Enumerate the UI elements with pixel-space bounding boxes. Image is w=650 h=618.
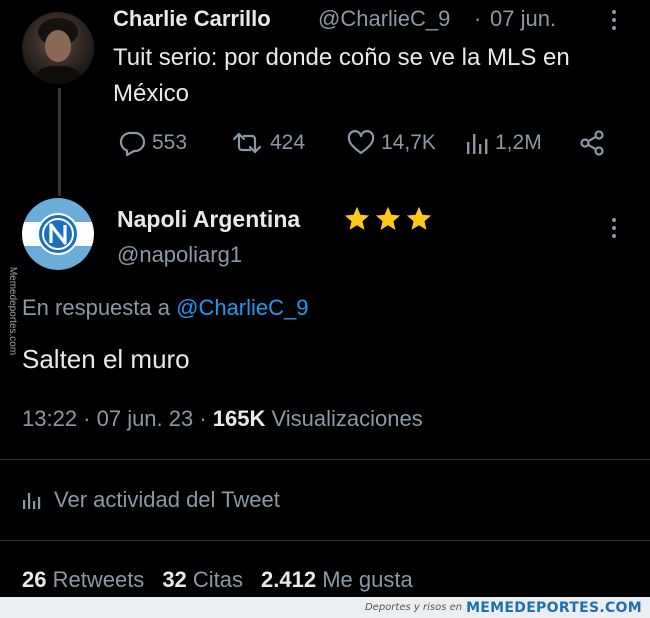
mention-link[interactable]: @CharlieC_9 bbox=[176, 295, 308, 320]
reply-count: 553 bbox=[152, 131, 188, 154]
author-handle[interactable]: @napoliarg1 bbox=[117, 242, 242, 268]
like-button[interactable]: 14,7K bbox=[347, 128, 436, 158]
views-label: Visualizaciones bbox=[265, 406, 423, 431]
tweet-time[interactable]: 07 jun. bbox=[490, 6, 556, 32]
like-count: 14,7K bbox=[381, 131, 436, 154]
star-icon bbox=[375, 206, 401, 230]
avatar-photo-icon bbox=[32, 18, 84, 84]
footer-watermark: Deportes y risos en MEMEDEPORTES.COM bbox=[0, 597, 650, 618]
likes-stat[interactable]: 2.412 Me gusta bbox=[261, 567, 413, 592]
retweets-count: 26 bbox=[22, 567, 47, 592]
heart-icon bbox=[347, 130, 375, 155]
analytics-icon bbox=[23, 493, 41, 509]
quotes-count: 32 bbox=[162, 567, 187, 592]
retweet-count: 424 bbox=[270, 131, 306, 154]
author-name[interactable]: Charlie Carrillo bbox=[113, 6, 271, 32]
divider bbox=[0, 540, 650, 541]
separator-dot: · bbox=[474, 6, 482, 31]
thread-connector bbox=[58, 88, 61, 196]
retweet-icon bbox=[232, 132, 262, 154]
in-reply-label: En respuesta a bbox=[22, 295, 177, 320]
share-icon bbox=[580, 130, 604, 156]
views-count: 165K bbox=[212, 406, 266, 431]
divider bbox=[0, 459, 650, 460]
in-reply-to: En respuesta a @CharlieC_9 bbox=[22, 295, 309, 321]
views-button[interactable]: 1,2M bbox=[465, 128, 542, 158]
author-handle[interactable]: @CharlieC_9 bbox=[318, 6, 450, 32]
quotes-label: Citas bbox=[186, 567, 244, 592]
views-count: 1,2M bbox=[495, 131, 542, 154]
view-activity-label: Ver actividad del Tweet bbox=[54, 487, 280, 512]
tweet-meta: 13:22 · 07 jun. 23 · 165K Visualizacione… bbox=[22, 406, 423, 432]
footer-site: MEMEDEPORTES.COM bbox=[466, 599, 642, 616]
retweets-label: Retweets bbox=[46, 567, 145, 592]
retweets-stat[interactable]: 26 Retweets bbox=[22, 567, 144, 592]
reply-button[interactable]: 553 bbox=[118, 128, 187, 158]
napoli-logo-icon bbox=[22, 198, 94, 270]
tweet-text: Tuit serio: por donde coño se ve la MLS … bbox=[113, 44, 570, 107]
stars-badge bbox=[342, 205, 434, 233]
timestamp[interactable]: 13:22 · 07 jun. 23 · bbox=[22, 406, 213, 431]
footer-tagline: Deportes y risos en bbox=[364, 602, 463, 613]
avatar[interactable] bbox=[22, 198, 94, 270]
reply-icon bbox=[119, 131, 146, 156]
side-watermark: Memedeportes.com bbox=[7, 266, 18, 356]
view-activity-button[interactable]: Ver actividad del Tweet bbox=[22, 487, 280, 513]
author-name[interactable]: Napoli Argentina bbox=[117, 206, 300, 233]
engagement-stats: 26 Retweets 32 Citas 2.412 Me gusta bbox=[22, 567, 413, 593]
reply-text: Salten el muro bbox=[22, 344, 190, 374]
share-button[interactable] bbox=[578, 128, 606, 158]
retweet-button[interactable]: 424 bbox=[230, 128, 305, 158]
star-icon bbox=[344, 206, 370, 230]
star-icon bbox=[406, 206, 432, 230]
avatar[interactable] bbox=[22, 12, 94, 84]
more-options-icon[interactable] bbox=[604, 216, 624, 240]
likes-label: Me gusta bbox=[316, 567, 413, 592]
likes-count: 2.412 bbox=[261, 567, 317, 592]
more-options-icon[interactable] bbox=[604, 8, 624, 32]
analytics-icon bbox=[467, 134, 488, 154]
quotes-stat[interactable]: 32 Citas bbox=[162, 567, 243, 592]
